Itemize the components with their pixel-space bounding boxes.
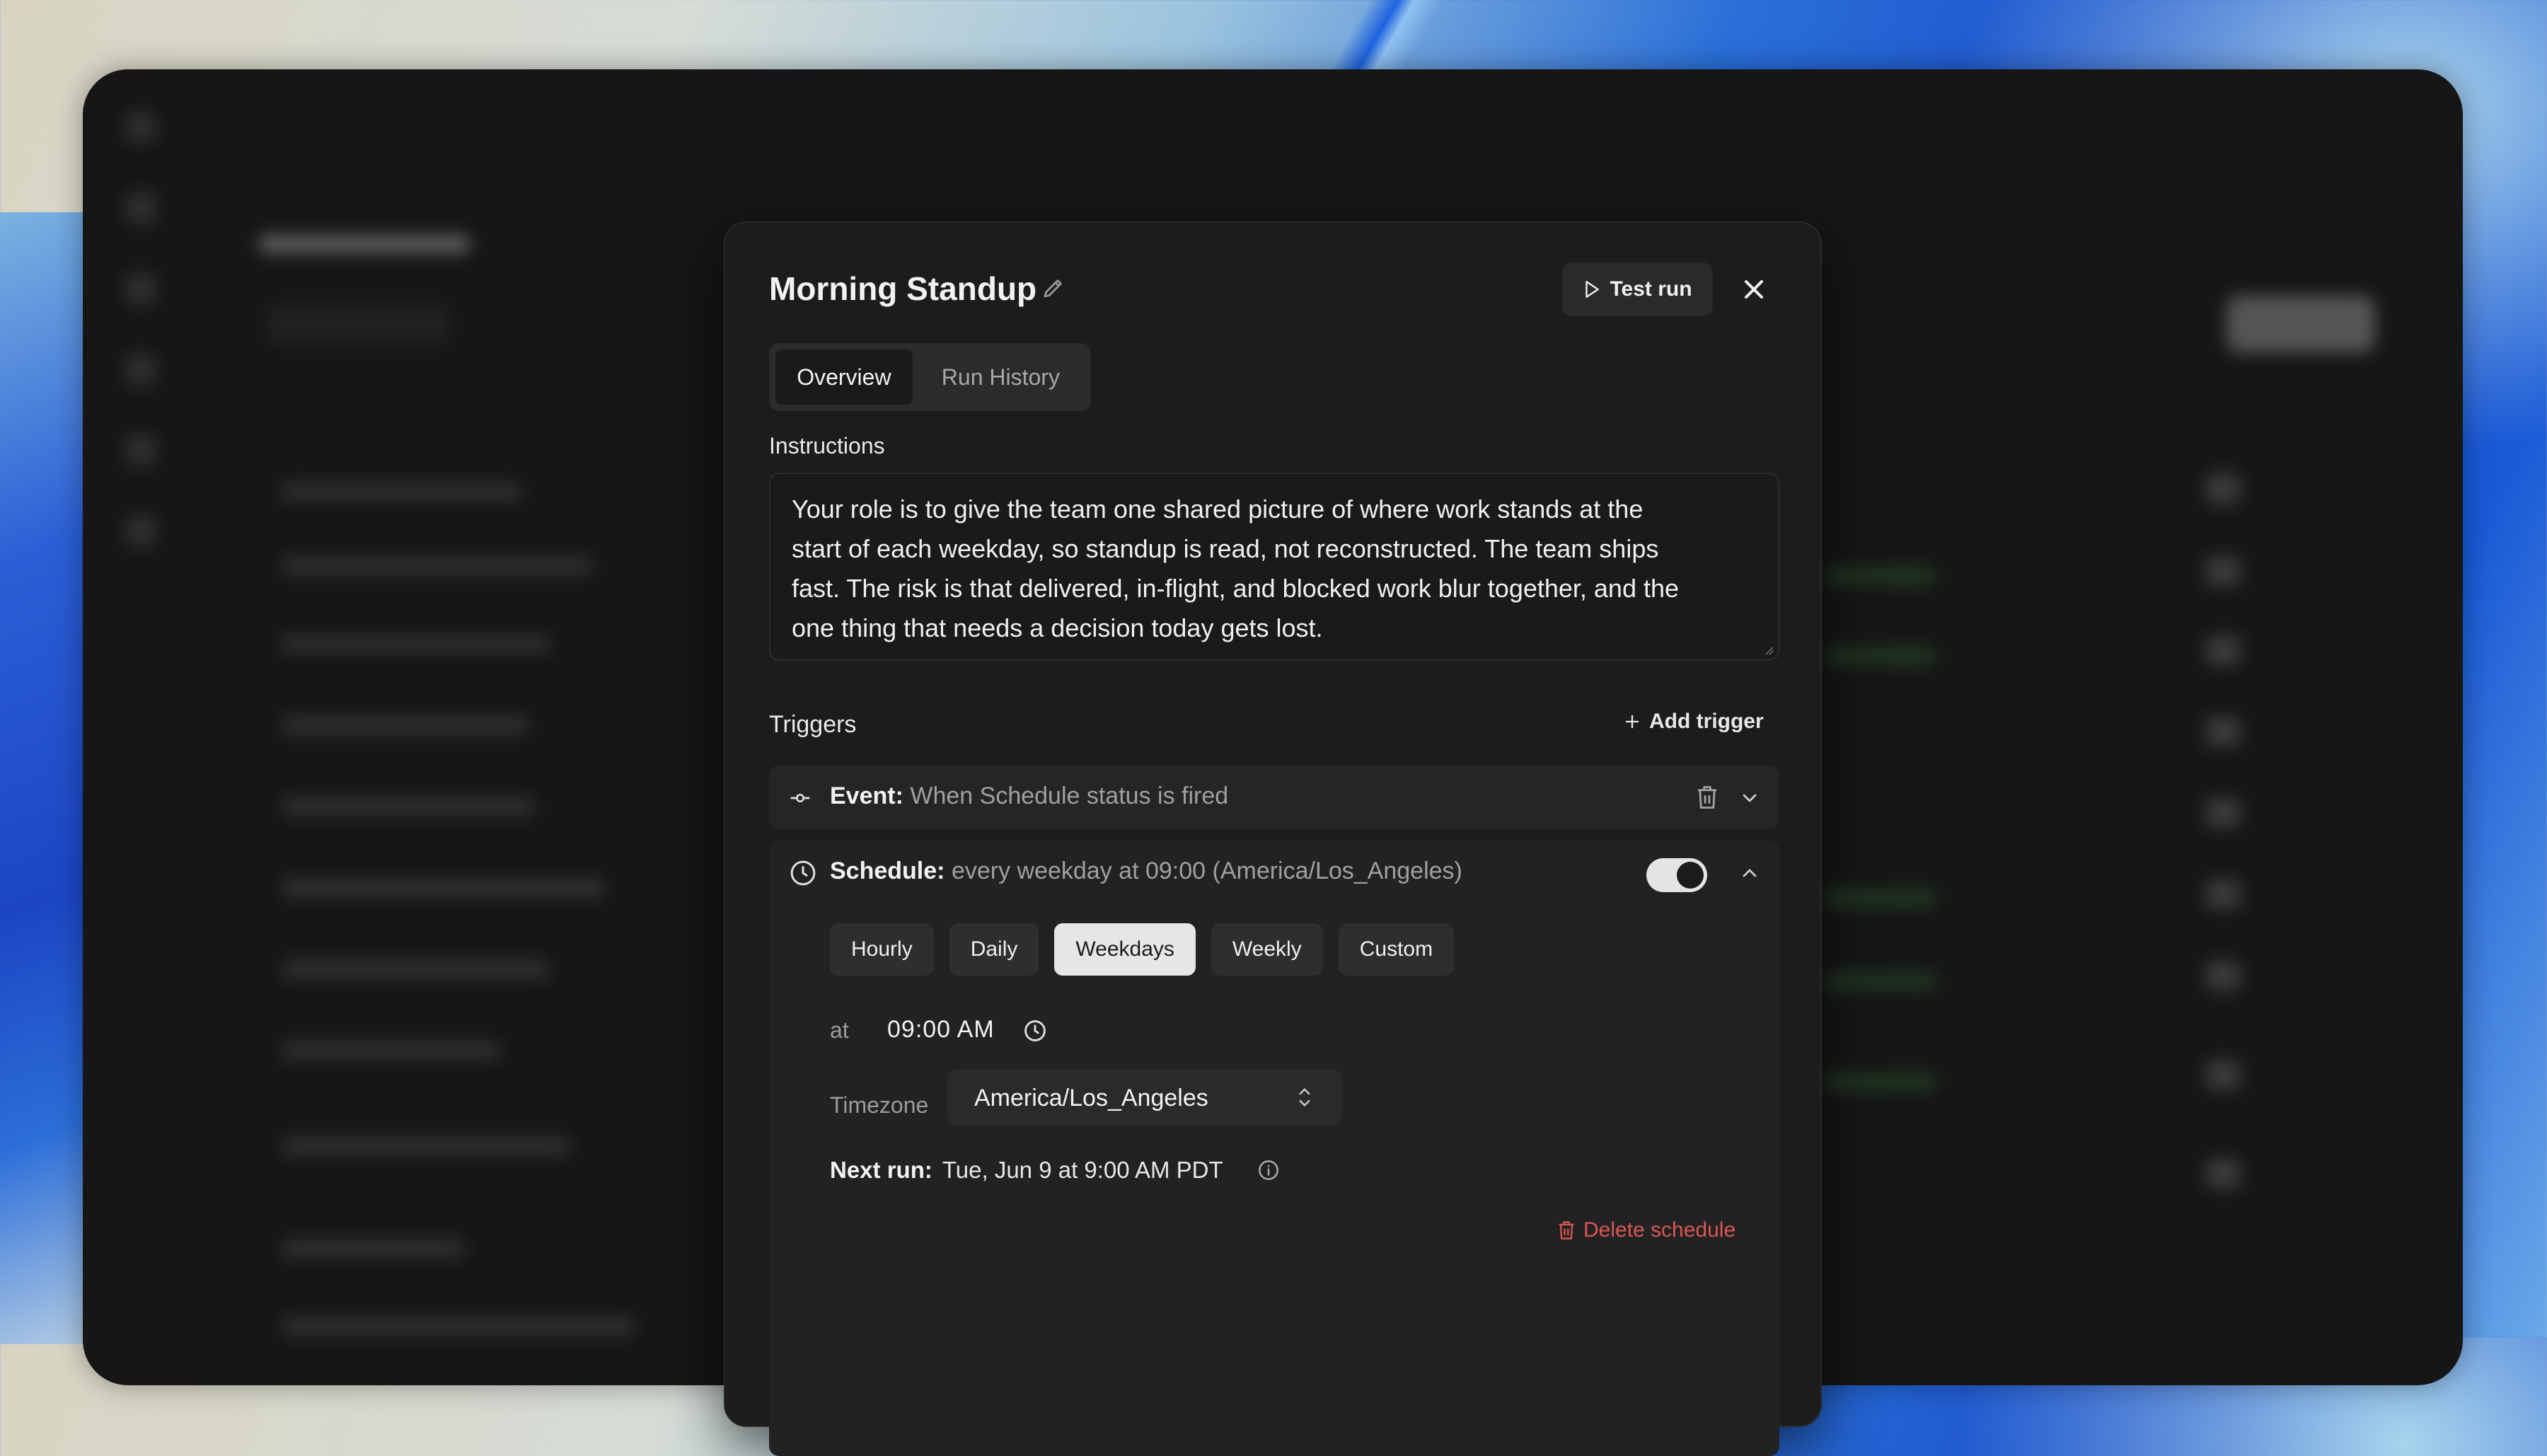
blurred-filter	[267, 303, 451, 345]
frequency-weekdays[interactable]: Weekdays	[1054, 923, 1196, 976]
test-run-button[interactable]: Test run	[1562, 262, 1713, 316]
blurred-sidebar	[125, 112, 161, 596]
plus-icon	[1625, 715, 1639, 729]
next-run-value: Tue, Jun 9 at 9:00 AM PDT	[942, 1157, 1223, 1183]
event-trigger-row[interactable]: Event: When Schedule status is fired	[769, 765, 1779, 829]
schedule-trigger-description: every weekday at 09:00 (America/Los_Ange…	[951, 857, 1462, 884]
schedule-enabled-toggle[interactable]	[1646, 858, 1707, 892]
tab-overview[interactable]: Overview	[775, 349, 913, 405]
event-trigger-description: When Schedule status is fired	[910, 782, 1229, 809]
clock-icon	[790, 860, 816, 886]
delete-schedule-button[interactable]: Delete schedule	[1556, 1218, 1735, 1242]
trash-icon	[1559, 1221, 1574, 1240]
time-picker-clock-icon[interactable]	[1023, 1019, 1047, 1043]
event-trigger-label: Event:	[830, 782, 903, 809]
time-input[interactable]: 09:00 AM	[887, 1016, 995, 1044]
instructions-textarea[interactable]: Your role is to give the team one shared…	[769, 473, 1779, 661]
at-label: at	[830, 1017, 849, 1043]
schedule-trigger-label: Schedule:	[830, 857, 945, 884]
chevron-up-icon[interactable]	[1738, 862, 1761, 884]
close-icon[interactable]	[1738, 274, 1769, 305]
tab-run-history[interactable]: Run History	[917, 349, 1085, 405]
frequency-custom[interactable]: Custom	[1338, 923, 1455, 976]
blurred-page-title: ▬▬▬▬	[260, 204, 469, 263]
chevron-up-down-icon	[1299, 1087, 1310, 1107]
blurred-primary-button	[2227, 296, 2375, 352]
test-run-label: Test run	[1610, 277, 1692, 301]
instructions-text: Your role is to give the team one shared…	[792, 495, 1680, 642]
triggers-label: Triggers	[769, 711, 857, 738]
info-icon[interactable]	[1257, 1159, 1280, 1181]
timezone-select[interactable]: America/Los_Angeles	[947, 1069, 1342, 1126]
frequency-options: Hourly Daily Weekdays Weekly Custom	[830, 923, 1455, 976]
next-run-label: Next run:	[830, 1157, 932, 1183]
instructions-label: Instructions	[769, 433, 885, 458]
chevron-down-icon[interactable]	[1738, 787, 1761, 809]
add-trigger-label: Add trigger	[1649, 710, 1764, 733]
timezone-value: America/Los_Angeles	[974, 1085, 1208, 1111]
trash-icon[interactable]	[1694, 784, 1720, 811]
pencil-icon[interactable]	[1041, 275, 1066, 301]
frequency-weekly[interactable]: Weekly	[1211, 923, 1323, 976]
frequency-hourly[interactable]: Hourly	[830, 923, 934, 976]
event-commit-icon	[790, 794, 810, 802]
modal-title: Morning Standup	[769, 270, 1037, 307]
delete-schedule-label: Delete schedule	[1583, 1218, 1736, 1242]
play-icon	[1586, 281, 1600, 298]
schedule-trigger-card: Schedule: every weekday at 09:00 (Americ…	[769, 840, 1779, 1456]
add-trigger-button[interactable]: Add trigger	[1622, 710, 1764, 734]
routine-detail-modal: Morning Standup Test run Overview Run Hi…	[724, 221, 1822, 1456]
timezone-label: Timezone	[830, 1092, 929, 1118]
tab-bar: Overview Run History	[769, 343, 1091, 411]
resize-handle-icon[interactable]	[1762, 644, 1774, 655]
frequency-daily[interactable]: Daily	[949, 923, 1039, 976]
